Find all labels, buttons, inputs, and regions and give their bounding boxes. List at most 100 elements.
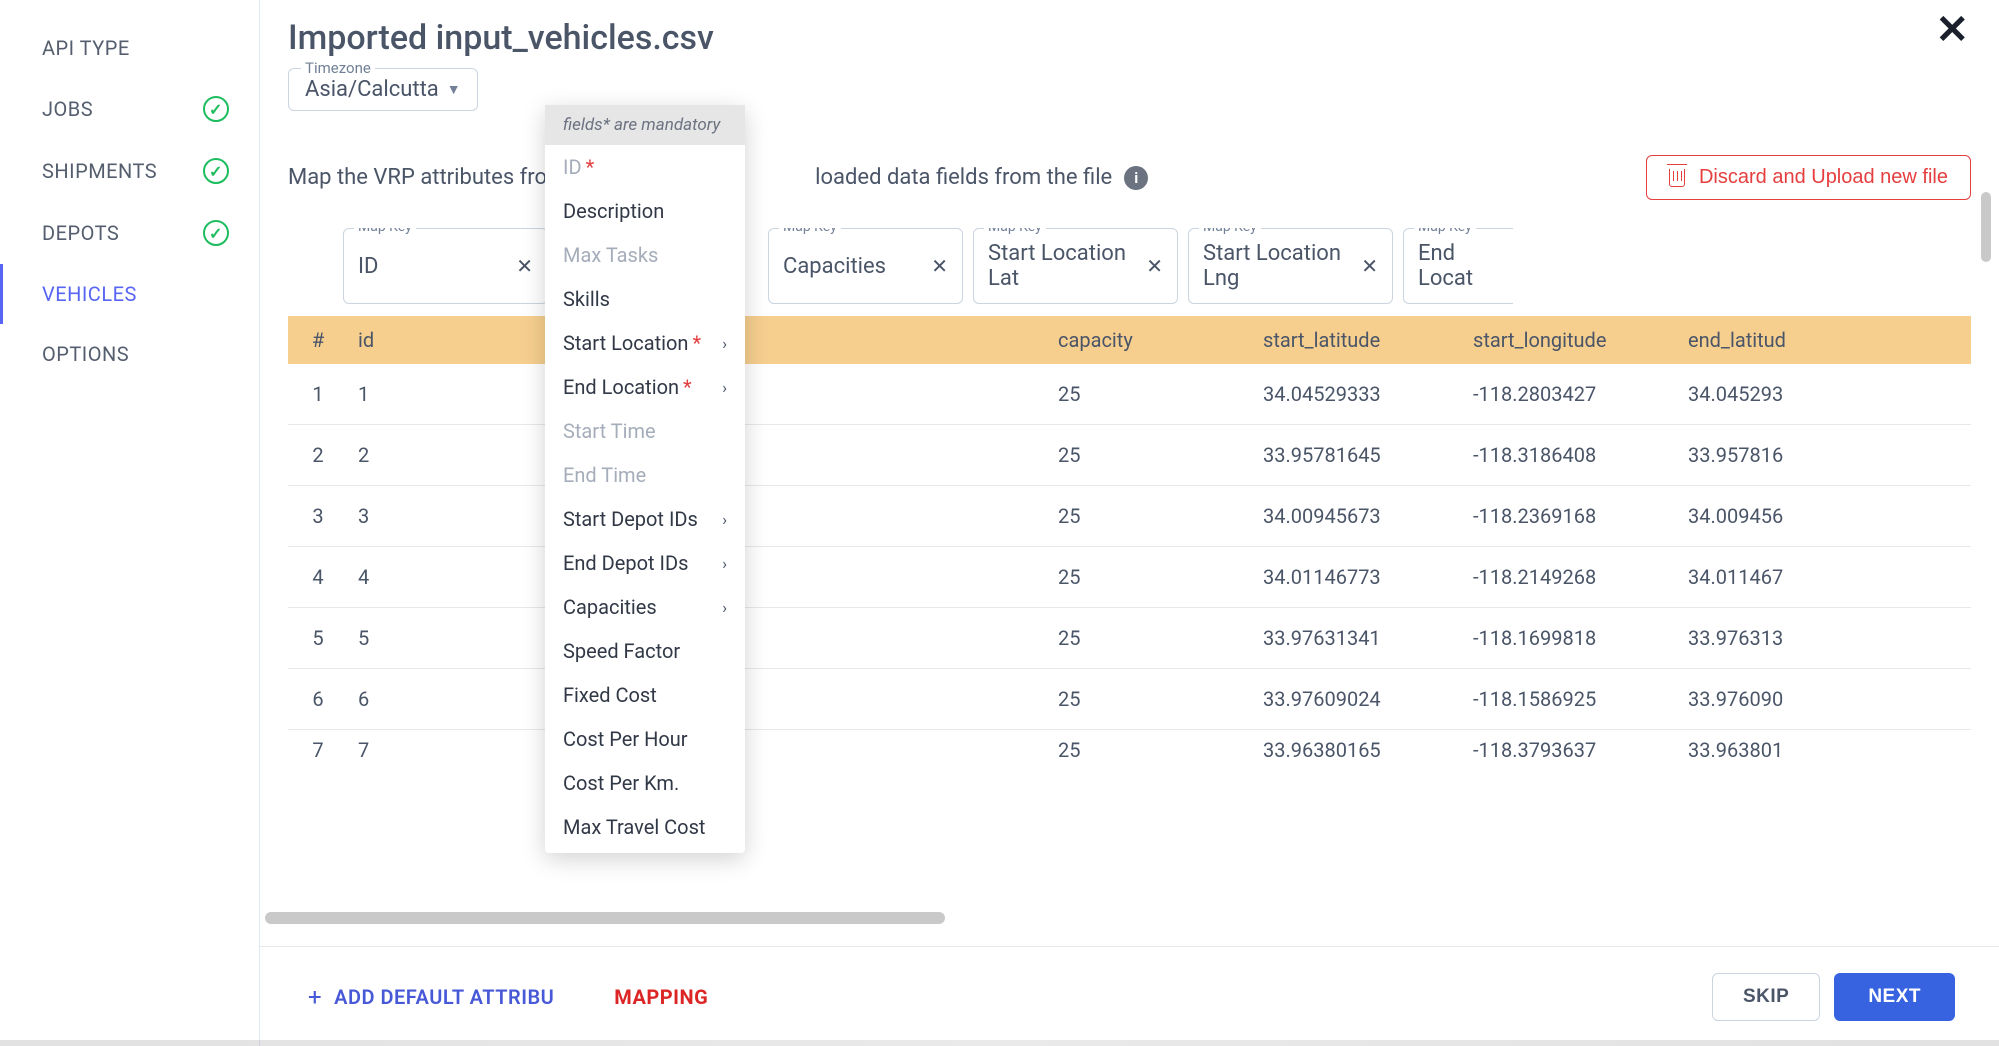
table-cell: 25 [1048,504,1253,528]
close-icon[interactable]: ✕ [1935,10,1969,50]
timezone-select[interactable]: Timezone Asia/Calcutta ▼ [288,68,478,111]
mapkey-start-lng[interactable]: Map Key Start Location Lng ✕ [1188,228,1393,304]
chevron-right-icon: › [722,378,727,397]
add-default-attribute-button[interactable]: + ADD DEFAULT ATTRIBU [308,983,554,1011]
table-cell: 34.00945673 [1253,504,1463,528]
sidebar: API TYPE JOBS ✓ SHIPMENTS ✓ DEPOTS ✓ VEH… [0,0,260,1046]
table-row: 442534.01146773-118.214926834.011467 [288,547,1971,608]
table-cell: 33.976313 [1678,626,1828,650]
table-cell: 25 [1048,382,1253,406]
mapping-label[interactable]: MAPPING [614,985,708,1009]
dropdown-item[interactable]: Capacities› [545,585,745,629]
sidebar-item-api-type[interactable]: API TYPE [0,18,259,78]
mapkey-start-lat[interactable]: Map Key Start Location Lat ✕ [973,228,1178,304]
col-header-start-lng: start_longitude [1463,328,1678,352]
table-cell: 1 [288,382,348,406]
table-cell: 5 [288,626,348,650]
sidebar-item-label: VEHICLES [42,282,137,306]
table-row: 222533.95781645-118.318640833.957816 [288,425,1971,486]
dropdown-item[interactable]: Start Location*› [545,321,745,365]
sidebar-item-shipments[interactable]: SHIPMENTS ✓ [0,140,259,202]
plus-icon: + [308,983,322,1011]
horizontal-scrollbar-thumb[interactable] [265,912,945,924]
next-button[interactable]: NEXT [1834,973,1955,1021]
dropdown-item[interactable]: Cost Per Hour [545,717,745,761]
caret-down-icon: ▼ [447,81,461,98]
required-star-icon: * [683,375,692,399]
table-cell: -118.2149268 [1463,565,1678,589]
table-cell: -118.2803427 [1463,382,1678,406]
info-icon[interactable]: i [1124,166,1148,190]
sidebar-item-label: API TYPE [42,36,130,60]
table-cell: 33.976090 [1678,687,1828,711]
footer-bar: + ADD DEFAULT ATTRIBU MAPPING SKIP NEXT [260,946,1999,1046]
table-row: 332534.00945673-118.236916834.009456 [288,486,1971,547]
dropdown-item: ID* [545,145,745,189]
sidebar-item-jobs[interactable]: JOBS ✓ [0,78,259,140]
dropdown-item: Max Tasks [545,233,745,277]
dropdown-item[interactable]: Fixed Cost [545,673,745,717]
table-cell: 6 [288,687,348,711]
table-cell: 25 [1048,687,1253,711]
horizontal-scrollbar-track[interactable] [260,912,1973,924]
dropdown-item[interactable]: Start Depot IDs› [545,497,745,541]
sidebar-item-label: DEPOTS [42,221,119,245]
table-cell: 33.95781645 [1253,443,1463,467]
col-header-id: id [348,328,558,352]
col-header-start-lat: start_latitude [1253,328,1463,352]
table-row: 552533.97631341-118.169981833.976313 [288,608,1971,669]
col-header-capacity: capacity [1048,328,1253,352]
clear-icon[interactable]: ✕ [1146,254,1163,278]
sidebar-item-options[interactable]: OPTIONS [0,324,259,384]
table-cell: 3 [348,504,558,528]
clear-icon[interactable]: ✕ [516,254,533,278]
clear-icon[interactable]: ✕ [1361,254,1378,278]
chevron-right-icon: › [722,598,727,617]
table-cell: 2 [288,443,348,467]
sidebar-item-label: OPTIONS [42,342,129,366]
table-header-row: # id capacity start_latitude start_longi… [288,316,1971,364]
dropdown-item[interactable]: Max Travel Cost [545,805,745,849]
sidebar-item-depots[interactable]: DEPOTS ✓ [0,202,259,264]
table-cell: 6 [348,687,558,711]
table-cell: 33.957816 [1678,443,1828,467]
col-header-num: # [288,328,348,352]
check-icon: ✓ [203,220,229,246]
table-cell: 33.97631341 [1253,626,1463,650]
table-cell: 34.04529333 [1253,382,1463,406]
chevron-right-icon: › [722,554,727,573]
mapkey-end-lat[interactable]: Map Key End Locat [1403,228,1513,304]
sidebar-item-label: JOBS [42,97,93,121]
bottom-edge [0,1040,1999,1046]
table-row: 112534.04529333-118.280342734.045293 [288,364,1971,425]
dropdown-item: Start Time [545,409,745,453]
skip-button[interactable]: SKIP [1712,973,1820,1021]
table-cell: 3 [288,504,348,528]
chevron-right-icon: › [722,334,727,353]
dropdown-item[interactable]: End Location*› [545,365,745,409]
mapkey-id[interactable]: Map Key ID ✕ [343,228,548,304]
discard-upload-button[interactable]: Discard and Upload new file [1646,155,1971,200]
table-cell: 7 [288,738,348,762]
dropdown-item[interactable]: Speed Factor [545,629,745,673]
table-cell: 34.01146773 [1253,565,1463,589]
table-cell: -118.1699818 [1463,626,1678,650]
dropdown-item[interactable]: Skills [545,277,745,321]
table-cell: 7 [348,738,558,762]
table-cell: 34.045293 [1678,382,1828,406]
dropdown-item[interactable]: End Depot IDs› [545,541,745,585]
mapkey-capacities[interactable]: Map Key Capacities ✕ [768,228,963,304]
table-cell: 2 [348,443,558,467]
trash-icon [1669,169,1685,187]
sidebar-item-vehicles[interactable]: VEHICLES [0,264,259,324]
table-row: 662533.97609024-118.158692533.976090 [288,669,1971,730]
check-icon: ✓ [203,158,229,184]
table-cell: 4 [348,565,558,589]
dropdown-item[interactable]: Description [545,189,745,233]
vertical-scrollbar[interactable] [1981,192,1991,262]
dropdown-item[interactable]: Cost Per Km. [545,761,745,805]
required-star-icon: * [586,155,595,179]
dropdown-item: End Time [545,453,745,497]
table-row: 772533.96380165-118.379363733.963801 [288,730,1971,762]
clear-icon[interactable]: ✕ [931,254,948,278]
